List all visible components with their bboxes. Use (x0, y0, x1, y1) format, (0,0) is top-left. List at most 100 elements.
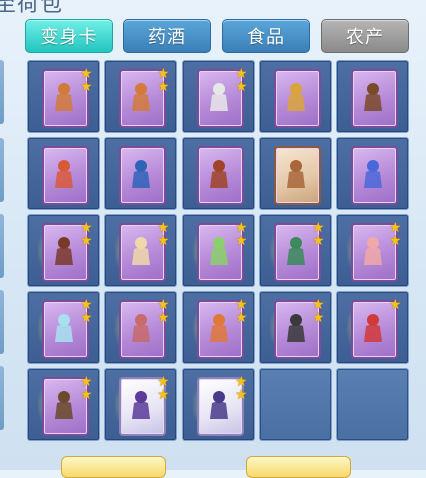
character-figure-icon (55, 83, 73, 111)
inventory-slot[interactable] (27, 137, 100, 210)
star-rating: ★ ★ (235, 298, 249, 326)
inventory-slot[interactable]: ★ ★ (259, 214, 332, 287)
star-icon: ★ (80, 310, 93, 326)
inventory-slot[interactable]: ★ (336, 291, 409, 364)
character-figure-icon (364, 83, 382, 111)
inventory-slot-empty[interactable] (259, 368, 332, 441)
character-figure-icon (210, 391, 228, 419)
star-icon: ★ (235, 387, 248, 403)
bottom-left-button[interactable] (61, 456, 166, 478)
star-icon: ★ (157, 310, 170, 326)
inventory-slot[interactable]: ★ ★ (182, 214, 255, 287)
character-figure-icon (210, 237, 228, 265)
character-figure-icon (364, 160, 382, 188)
star-rating: ★ ★ (235, 67, 249, 95)
character-figure-icon (55, 391, 73, 419)
inventory-slot[interactable]: ★ ★ (104, 291, 177, 364)
star-rating: ★ ★ (312, 298, 326, 326)
character-figure-icon (287, 160, 305, 188)
inventory-slot[interactable]: ★ ★ (27, 60, 100, 133)
character-figure-icon (287, 314, 305, 342)
inventory-slot[interactable]: ★ ★ (182, 60, 255, 133)
blue-imp-card-icon (351, 146, 398, 205)
character-figure-icon (55, 237, 73, 265)
inventory-slot[interactable]: ★ ★ (104, 368, 177, 441)
left-edge-segment (0, 214, 4, 278)
star-rating: ★ ★ (157, 67, 171, 95)
inventory-slot[interactable]: ★ ★ (104, 214, 177, 287)
star-rating: ★ ★ (80, 298, 94, 326)
monk-warrior-card-icon (351, 69, 398, 128)
character-figure-icon (132, 160, 150, 188)
star-icon: ★ (157, 79, 170, 95)
character-figure-icon (55, 160, 73, 188)
inventory-slot-empty[interactable] (336, 368, 409, 441)
character-figure-icon (364, 314, 382, 342)
star-icon: ★ (157, 387, 170, 403)
inventory-slot[interactable] (104, 137, 177, 210)
demon-warrior-card-icon (197, 146, 244, 205)
star-icon: ★ (235, 79, 248, 95)
inventory-slot[interactable]: ★ ★ (182, 368, 255, 441)
left-edge-segment (0, 138, 4, 202)
star-rating: ★ ★ (157, 221, 171, 249)
character-figure-icon (210, 314, 228, 342)
star-rating: ★ (389, 297, 403, 313)
inventory-slot[interactable] (336, 60, 409, 133)
star-icon: ★ (389, 233, 402, 249)
star-rating: ★ ★ (312, 221, 326, 249)
golden-warrior-card-icon (274, 69, 321, 128)
character-figure-icon (287, 83, 305, 111)
star-rating: ★ ★ (235, 375, 249, 403)
panda-card-icon (119, 146, 166, 205)
character-figure-icon (287, 237, 305, 265)
tab-farm-produce[interactable]: 农产 (321, 19, 409, 53)
strongman-card-icon (274, 146, 321, 205)
inventory-slot[interactable]: ★ ★ (259, 291, 332, 364)
star-icon: ★ (235, 310, 248, 326)
inventory-grid: ★ ★ ★ ★ ★ ★ ★ ★ ★ ★ ★ ★ ★ ★ ★ ★ ★ ★ ★ ★ ★ ★ ★ ★ ★ ★ ★ ★ ★ ★ ★ (27, 60, 409, 441)
star-icon: ★ (312, 233, 325, 249)
star-icon: ★ (80, 79, 93, 95)
star-icon: ★ (157, 233, 170, 249)
star-rating: ★ ★ (80, 67, 94, 95)
star-rating: ★ ★ (235, 221, 249, 249)
left-edge-segment (0, 60, 4, 124)
window-title-fragment: 至荷包 (0, 0, 64, 17)
star-icon: ★ (235, 233, 248, 249)
character-figure-icon (132, 237, 150, 265)
left-panel-edge (0, 60, 6, 450)
left-edge-segment (0, 366, 4, 430)
red-warrior-card-icon (42, 146, 89, 205)
star-icon: ★ (312, 310, 325, 326)
character-figure-icon (132, 314, 150, 342)
inventory-slot[interactable]: ★ ★ (27, 291, 100, 364)
inventory-slot[interactable]: ★ ★ (336, 214, 409, 287)
inventory-slot[interactable] (259, 137, 332, 210)
character-figure-icon (132, 83, 150, 111)
bottom-right-button[interactable] (246, 456, 351, 478)
character-figure-icon (55, 314, 73, 342)
inventory-slot[interactable]: ★ ★ (27, 214, 100, 287)
star-rating: ★ ★ (157, 298, 171, 326)
star-icon: ★ (80, 233, 93, 249)
tab-transform-card[interactable]: 变身卡 (25, 19, 113, 53)
inventory-slot[interactable] (182, 137, 255, 210)
star-icon: ★ (389, 297, 402, 313)
tab-food[interactable]: 食品 (222, 19, 310, 53)
tab-medicine-wine[interactable]: 药酒 (123, 19, 211, 53)
inventory-slot[interactable]: ★ ★ (182, 291, 255, 364)
star-rating: ★ ★ (389, 221, 403, 249)
inventory-slot[interactable] (336, 137, 409, 210)
inventory-slot[interactable] (259, 60, 332, 133)
left-edge-segment (0, 290, 4, 354)
character-figure-icon (364, 237, 382, 265)
character-figure-icon (210, 83, 228, 111)
star-rating: ★ ★ (80, 375, 94, 402)
inventory-slot[interactable]: ★ ★ (104, 60, 177, 133)
character-figure-icon (132, 391, 150, 419)
star-rating: ★ ★ (80, 221, 94, 249)
inventory-slot[interactable]: ★ ★ (27, 368, 100, 441)
character-figure-icon (210, 160, 228, 188)
star-rating: ★ ★ (157, 375, 171, 403)
